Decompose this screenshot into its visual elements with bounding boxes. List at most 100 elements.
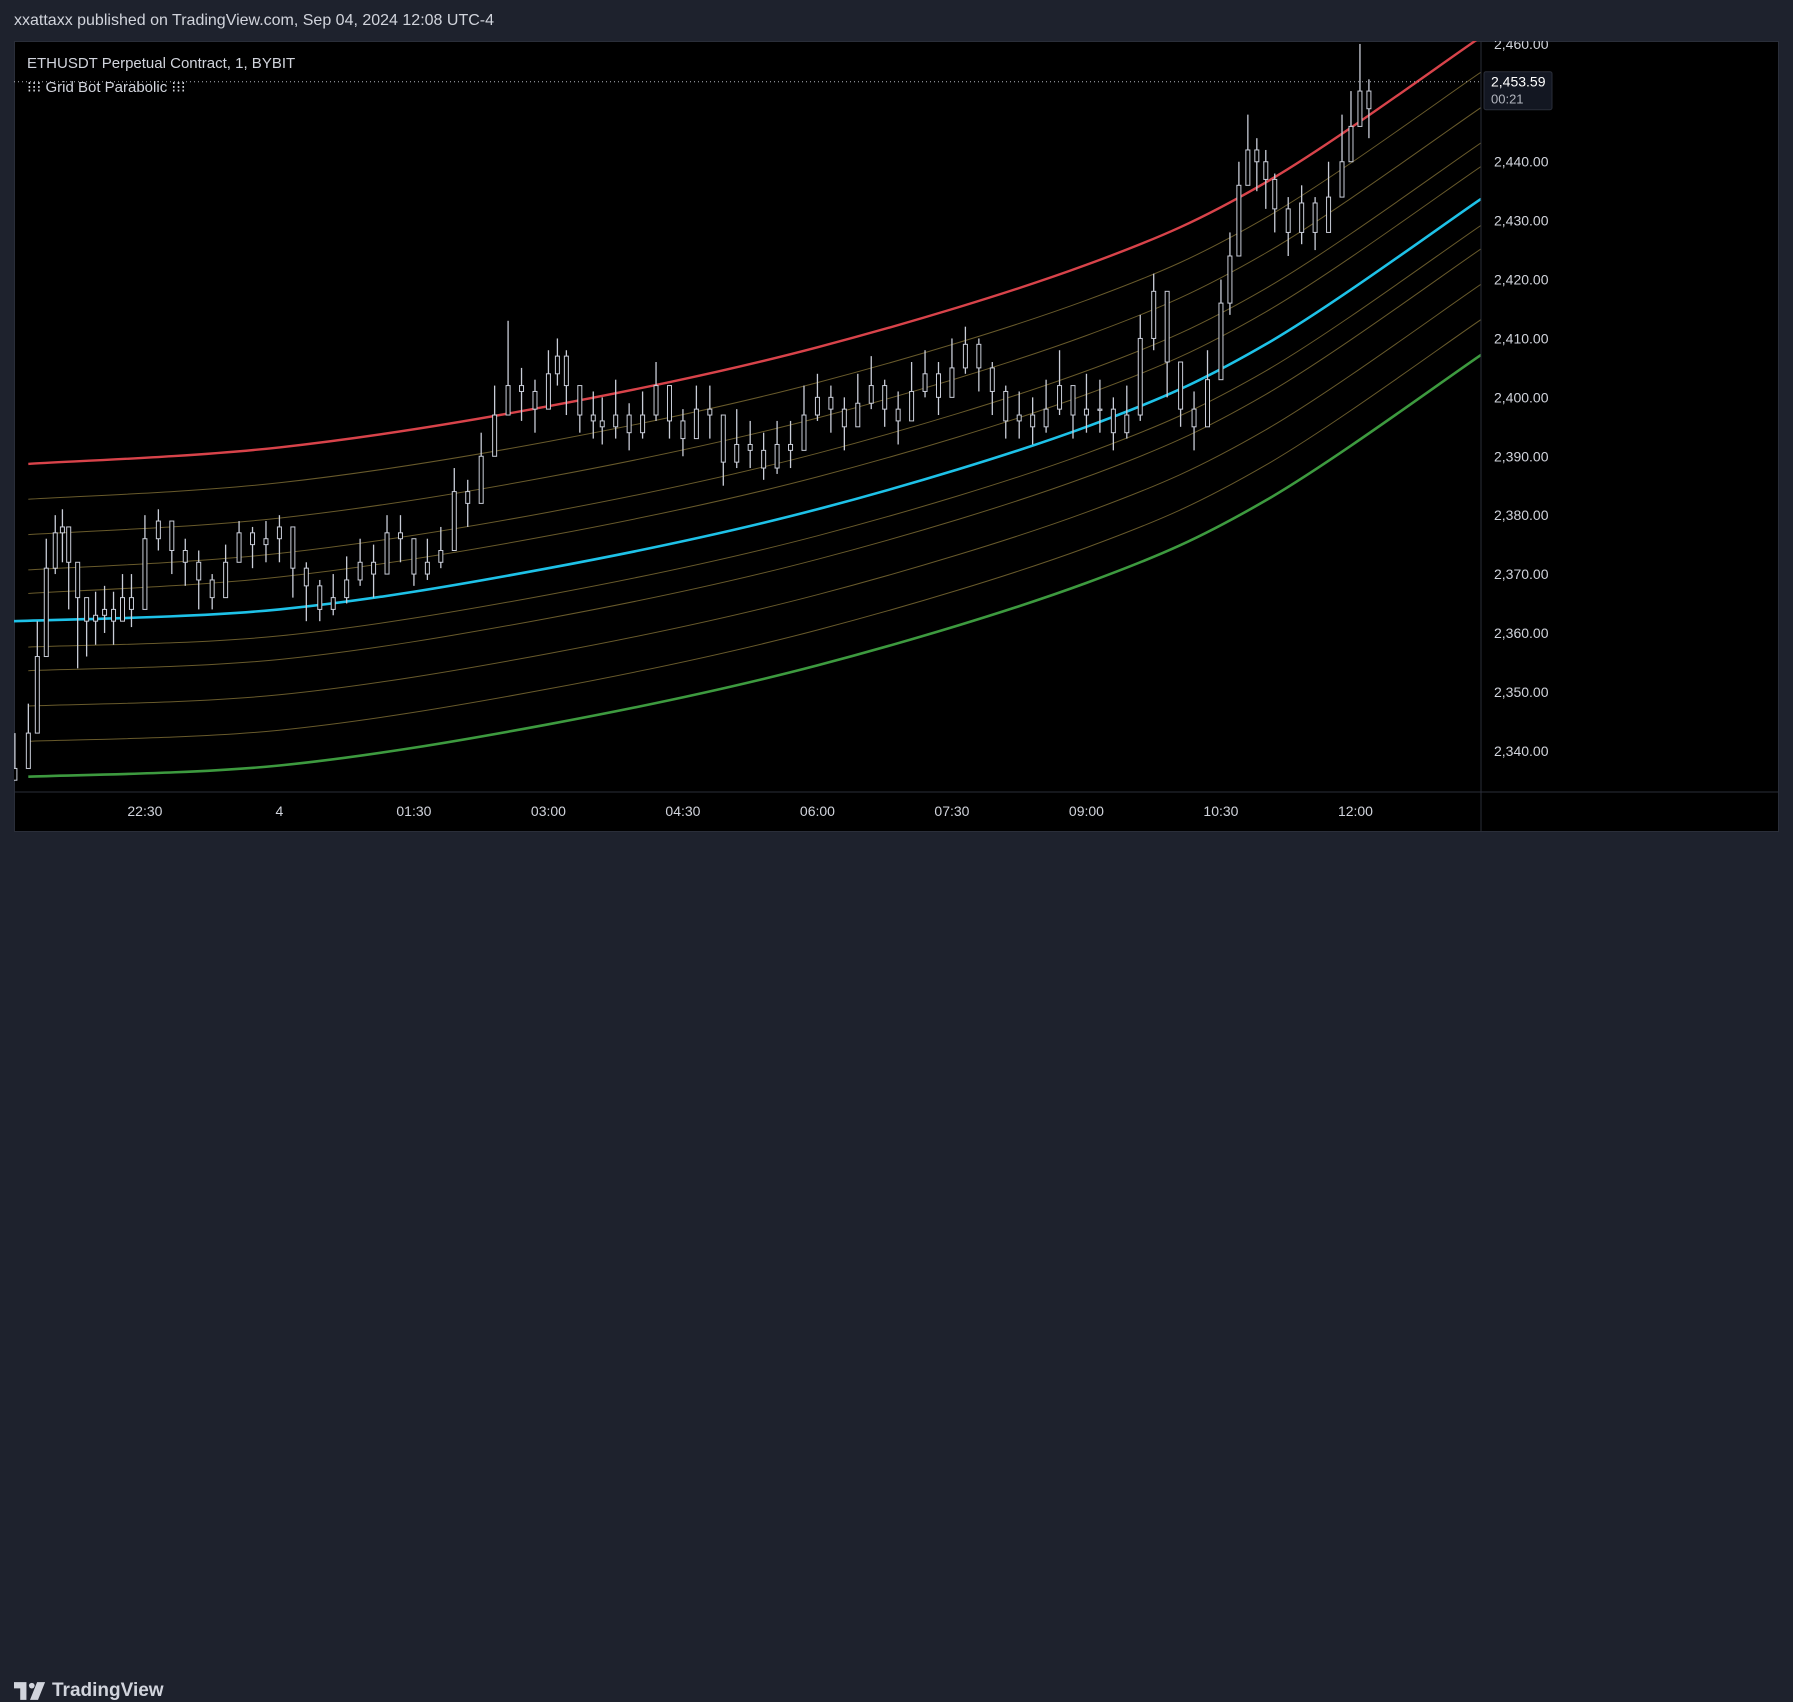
candle-body-34 bbox=[411, 538, 417, 575]
candle-body-101 bbox=[1272, 178, 1278, 210]
publish-text: xxattaxx published on TradingView.com, S… bbox=[14, 12, 494, 29]
tradingview-brand[interactable]: TradingView bbox=[14, 1680, 164, 1702]
candle-body-57 bbox=[707, 408, 713, 416]
price-tick-label: 2,410.00 bbox=[1494, 330, 1549, 346]
time-tick-label: 09:00 bbox=[1069, 803, 1104, 819]
time-tick-label: 07:30 bbox=[934, 803, 969, 819]
band-grid-7 bbox=[28, 248, 1481, 672]
current-price-tag: 2,453.59 00:21 bbox=[1483, 71, 1553, 111]
candle-body-23 bbox=[263, 538, 269, 546]
price-tick-label: 2,420.00 bbox=[1494, 272, 1549, 288]
candle-body-4 bbox=[52, 532, 58, 569]
candle-body-12 bbox=[120, 597, 126, 622]
candle-body-0 bbox=[14, 767, 18, 781]
band-grid-6 bbox=[28, 224, 1481, 648]
candle-body-37 bbox=[451, 491, 457, 552]
candle-body-94 bbox=[1205, 379, 1211, 428]
candle-body-60 bbox=[747, 443, 753, 451]
time-tick-label: 03:00 bbox=[531, 803, 566, 819]
candle-body-88 bbox=[1124, 414, 1130, 434]
candle-body-54 bbox=[666, 385, 672, 422]
band-lower-10 bbox=[28, 353, 1481, 778]
candle-body-83 bbox=[1057, 385, 1063, 410]
candle-body-2 bbox=[34, 656, 40, 734]
band-grid-9 bbox=[28, 319, 1481, 742]
grid-bot-bands bbox=[14, 41, 1481, 778]
candle-body-62 bbox=[774, 443, 780, 469]
candle-body-84 bbox=[1070, 385, 1076, 416]
candle-body-70 bbox=[882, 385, 888, 410]
candle-body-106 bbox=[1339, 161, 1345, 198]
price-tick-label: 2,380.00 bbox=[1494, 507, 1549, 523]
candle-body-65 bbox=[814, 396, 820, 416]
band-grid-1 bbox=[28, 71, 1481, 500]
candle-body-21 bbox=[236, 532, 242, 563]
footer: TradingView bbox=[0, 832, 1793, 1701]
candle-body-6 bbox=[66, 526, 72, 563]
symbol-title[interactable]: ETHUSDT Perpetual Contract, 1, BYBIT bbox=[27, 55, 295, 79]
candle-body-24 bbox=[276, 526, 282, 540]
candle-body-61 bbox=[761, 449, 767, 469]
candle-body-29 bbox=[344, 579, 350, 599]
candle-body-85 bbox=[1083, 408, 1089, 416]
candle-body-26 bbox=[303, 567, 309, 587]
candle-body-76 bbox=[962, 343, 968, 369]
time-tick-label: 22:30 bbox=[127, 803, 162, 819]
price-tick-label: 2,360.00 bbox=[1494, 625, 1549, 641]
band-grid-3 bbox=[28, 142, 1481, 571]
price-tick-label: 2,370.00 bbox=[1494, 566, 1549, 582]
candle-body-16 bbox=[169, 520, 175, 552]
candle-body-7 bbox=[75, 561, 81, 599]
indicator-title[interactable]: ⁝⁝⁝ Grid Bot Parabolic ⁝⁝⁝ bbox=[27, 79, 295, 103]
price-axis[interactable]: 2,460.002,450.002,440.002,430.002,420.00… bbox=[1494, 41, 1549, 759]
candle-body-43 bbox=[532, 390, 538, 410]
candle-body-104 bbox=[1312, 202, 1318, 233]
candle-body-18 bbox=[196, 561, 202, 581]
band-grid-8 bbox=[28, 283, 1481, 707]
candle-body-22 bbox=[250, 532, 256, 546]
candle-body-107 bbox=[1348, 125, 1354, 163]
time-axis[interactable]: 22:30 4 01:30 03:00 04:30 06:00 07:30 09:00 10:3… bbox=[127, 803, 1373, 819]
candle-body-64 bbox=[801, 414, 807, 451]
time-tick-label: 12:00 bbox=[1338, 803, 1373, 819]
candle-body-99 bbox=[1254, 149, 1260, 163]
publish-header: xxattaxx published on TradingView.com, S… bbox=[0, 0, 1793, 41]
candle-body-40 bbox=[492, 414, 498, 457]
candle-body-50 bbox=[613, 414, 619, 428]
candle-body-28 bbox=[330, 597, 336, 610]
candle-body-95 bbox=[1218, 302, 1224, 381]
chart-legend: ETHUSDT Perpetual Contract, 1, BYBIT ⁝⁝⁝… bbox=[27, 55, 295, 103]
candle-body-73 bbox=[922, 373, 928, 392]
time-tick-label: 01:30 bbox=[396, 803, 431, 819]
time-tick-label: 10:30 bbox=[1203, 803, 1238, 819]
candle-body-25 bbox=[290, 526, 296, 569]
band-grid-4 bbox=[28, 166, 1481, 594]
candle-body-93 bbox=[1191, 408, 1197, 428]
price-tick-label: 2,350.00 bbox=[1494, 684, 1549, 700]
candle-body-3 bbox=[43, 567, 49, 658]
price-tick-label: 2,440.00 bbox=[1494, 154, 1549, 170]
candle-body-17 bbox=[182, 550, 188, 563]
price-tick-label: 2,460.00 bbox=[1494, 41, 1549, 52]
time-tick-label: 04:30 bbox=[665, 803, 700, 819]
candle-body-27 bbox=[317, 585, 323, 610]
candle-body-89 bbox=[1137, 337, 1143, 416]
candle-body-13 bbox=[128, 597, 134, 610]
candle-body-80 bbox=[1016, 414, 1022, 422]
candle-body-58 bbox=[720, 414, 726, 463]
price-tick-label: 2,400.00 bbox=[1494, 389, 1549, 405]
candle-body-8 bbox=[84, 597, 90, 622]
candle-body-77 bbox=[976, 343, 982, 369]
tradingview-logo-icon bbox=[14, 1682, 46, 1700]
candle-body-68 bbox=[855, 402, 861, 428]
candle-body-92 bbox=[1178, 361, 1184, 410]
candle-body-11 bbox=[111, 608, 117, 622]
candle-body-100 bbox=[1263, 161, 1269, 180]
candle-body-51 bbox=[626, 414, 632, 434]
candle-body-91 bbox=[1164, 290, 1170, 363]
price-chart[interactable]: 2,460.002,450.002,440.002,430.002,420.00… bbox=[14, 41, 1779, 832]
candle-body-38 bbox=[465, 491, 471, 504]
band-upper-0 bbox=[28, 41, 1478, 466]
candle-body-79 bbox=[1003, 390, 1009, 422]
candle-body-82 bbox=[1043, 408, 1049, 428]
